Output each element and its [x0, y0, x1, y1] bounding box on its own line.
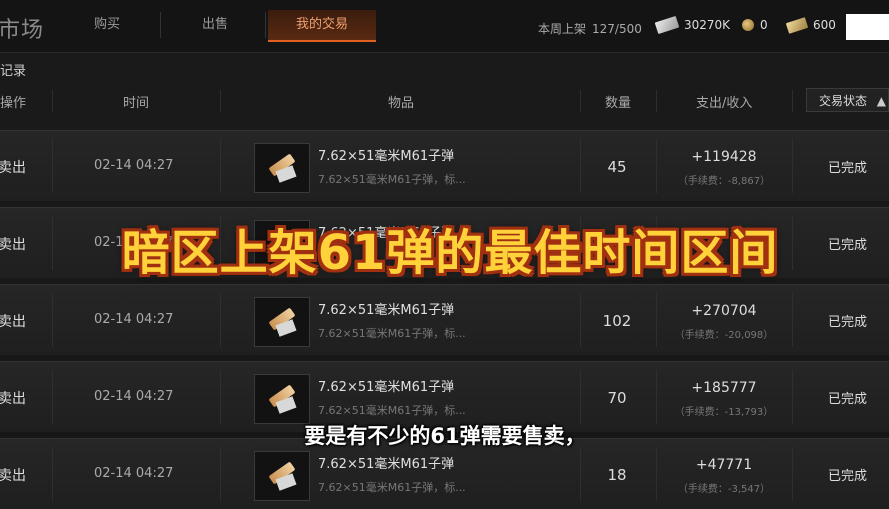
row-income: +47771 [695, 457, 753, 473]
row-divider [52, 139, 53, 193]
row-divider [52, 293, 53, 347]
row-income: +185777 [691, 380, 757, 396]
row-action: 卖出 [0, 237, 26, 253]
cash-amount: 30270K [684, 18, 731, 32]
market-screen: 市场 购买 出售 我的交易 本周上架 127/500 30270K 0 600 记… [0, 0, 889, 509]
row-divider [52, 447, 53, 501]
status-filter-label: 交易状态 [819, 94, 868, 108]
row-divider [220, 293, 221, 347]
row-divider [52, 370, 53, 424]
row-action: 卖出 [0, 314, 26, 330]
row-quantity: 70 [607, 389, 627, 407]
weekly-listing-count: 127/500 [592, 22, 642, 36]
row-status: 已完成 [827, 161, 867, 176]
row-fee: （手续费：-8,867） [677, 176, 771, 187]
header-divider [52, 90, 53, 112]
row-divider [220, 370, 221, 424]
tab-my-trades[interactable]: 我的交易 [268, 10, 376, 42]
top-bar: 市场 购买 出售 我的交易 本周上架 127/500 30270K 0 600 [0, 0, 889, 53]
col-income: 支出/收入 [696, 96, 753, 111]
row-action: 卖出 [0, 468, 26, 484]
table-row[interactable]: 卖出 02-14 04:27 7.62×51毫米M61子弹 7.62×51毫米M… [0, 130, 889, 201]
col-quantity: 数量 [605, 96, 632, 111]
gold-amount: 600 [813, 18, 836, 32]
row-time: 02-14 04:27 [94, 312, 174, 327]
col-item: 物品 [388, 96, 415, 111]
row-fee: （手续费：-20,098） [674, 330, 774, 341]
table-header: 操作 时间 物品 数量 支出/收入 [0, 88, 889, 114]
row-action: 卖出 [0, 391, 26, 407]
row-time: 02-14 04:27 [94, 466, 174, 481]
row-item-desc: 7.62×51毫米M61子弹，标... [318, 327, 466, 340]
col-time: 时间 [123, 96, 150, 111]
cash-icon [654, 15, 680, 35]
row-item-desc: 7.62×51毫米M61子弹，标... [318, 173, 466, 186]
row-divider [220, 139, 221, 193]
weekly-listing-counter: 本周上架 127/500 [538, 20, 642, 37]
row-status: 已完成 [827, 238, 867, 253]
currency-cash: 30270K [654, 15, 731, 35]
row-quantity: 45 [607, 158, 627, 176]
row-status: 已完成 [827, 469, 867, 484]
currency-coin: 0 [742, 18, 768, 32]
tab-sell[interactable]: 出售 [170, 10, 260, 40]
row-status: 已完成 [827, 392, 867, 407]
top-right-panel[interactable] [846, 14, 889, 40]
weekly-listing-label: 本周上架 [538, 22, 587, 36]
row-income: +119428 [691, 149, 757, 165]
header-divider [792, 90, 793, 112]
row-quantity: 18 [607, 466, 627, 484]
row-quantity: 102 [602, 312, 632, 330]
coin-amount: 0 [760, 18, 768, 32]
row-item-name: 7.62×51毫米M61子弹 [318, 149, 455, 164]
section-label: 记录 [0, 64, 27, 79]
row-divider [52, 216, 53, 270]
table-row[interactable]: 卖出 02-14 04:27 7.62×51毫米M61子弹 7.62×51毫米M… [0, 284, 889, 355]
item-thumbnail [254, 297, 310, 347]
row-divider [792, 216, 793, 270]
row-action: 卖出 [0, 160, 26, 176]
status-filter-dropdown[interactable]: 交易状态 ▲ [806, 88, 889, 112]
row-item-desc: 7.62×51毫米M61子弹，标... [318, 404, 466, 417]
item-thumbnail [254, 143, 310, 193]
row-divider [792, 447, 793, 501]
tab-divider [265, 12, 266, 38]
row-fee: （手续费：-13,793） [674, 407, 774, 418]
col-action: 操作 [0, 96, 27, 111]
gold-bar-icon [785, 16, 809, 34]
header-divider [220, 90, 221, 112]
item-thumbnail [254, 374, 310, 424]
row-item-name: 7.62×51毫米M61子弹 [318, 457, 455, 472]
row-divider [792, 139, 793, 193]
row-income: +270704 [691, 303, 757, 319]
video-subtitle: 要是有不少的61弹需要售卖， [304, 424, 586, 448]
row-item-desc: 7.62×51毫米M61子弹，标... [318, 481, 466, 494]
tab-buy[interactable]: 购买 [62, 10, 152, 40]
row-item-name: 7.62×51毫米M61子弹 [318, 380, 455, 395]
row-divider [792, 370, 793, 424]
row-time: 02-14 04:27 [94, 389, 174, 404]
header-divider [580, 90, 581, 112]
row-time: 02-14 04:27 [94, 158, 174, 173]
tab-divider [160, 12, 161, 38]
video-overlay-title: 暗区上架61弹的最佳时间区间 [121, 225, 779, 281]
row-status: 已完成 [827, 315, 867, 330]
row-divider [220, 447, 221, 501]
coin-icon [742, 19, 754, 31]
header-divider [656, 90, 657, 112]
item-thumbnail [254, 451, 310, 501]
row-divider [792, 293, 793, 347]
page-title: 市场 [0, 18, 45, 43]
caret-up-icon: ▲ [876, 94, 886, 108]
row-fee: （手续费：-3,547） [677, 484, 771, 495]
row-item-name: 7.62×51毫米M61子弹 [318, 303, 455, 318]
currency-gold: 600 [785, 16, 836, 34]
